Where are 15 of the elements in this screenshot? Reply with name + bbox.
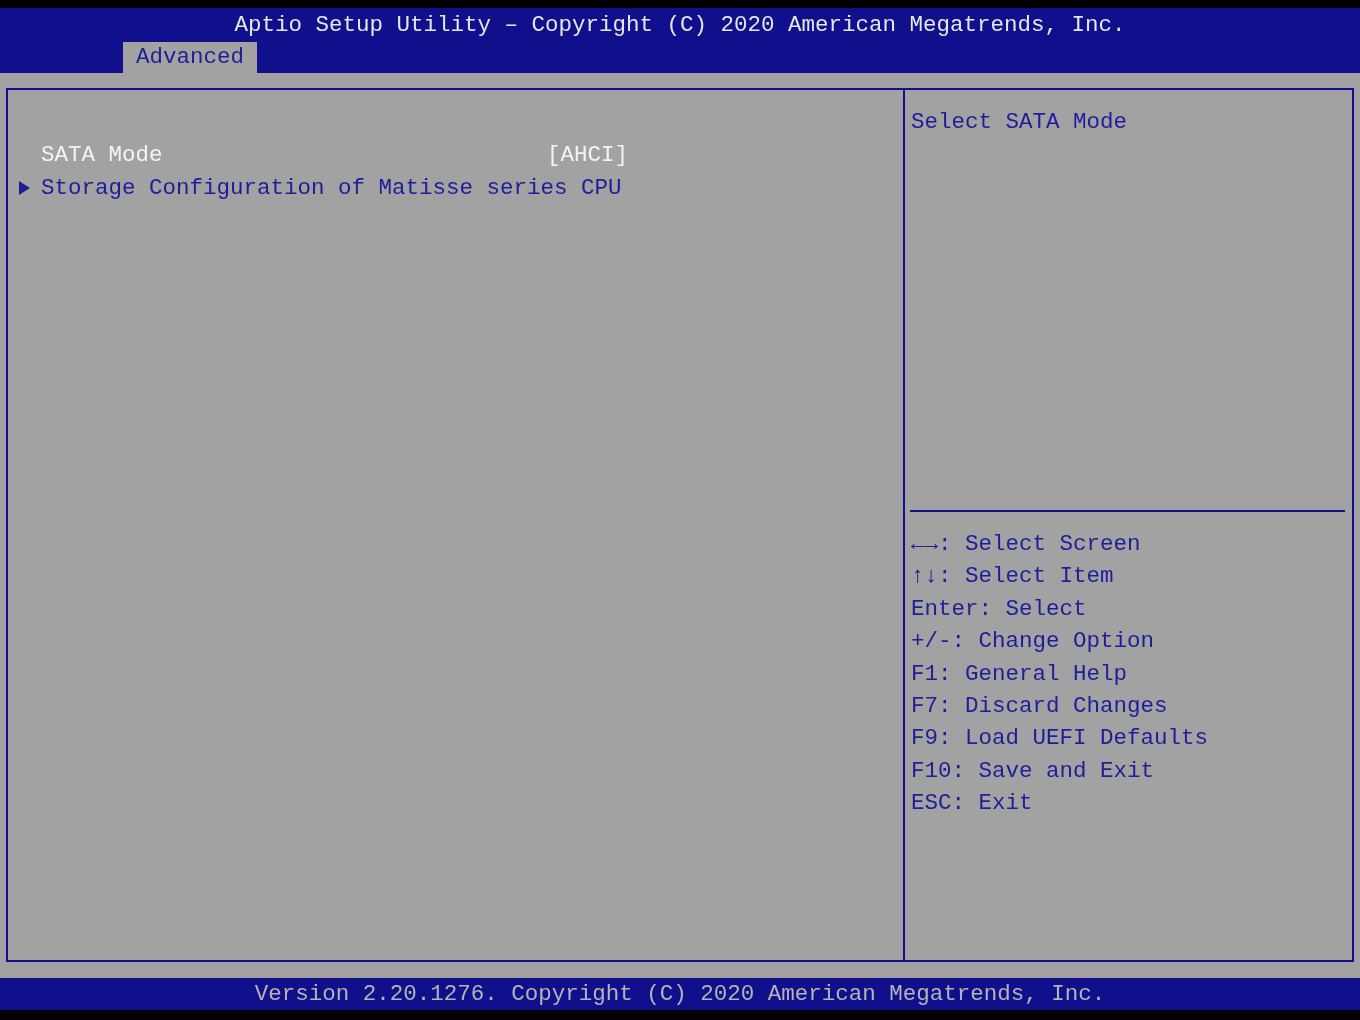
key-hint: F7: Discard Changes [911,692,1169,722]
window-title: Aptio Setup Utility – Copyright (C) 2020 American Megatrends, Inc. [234,11,1126,40]
tab[interactable]: Advanced [123,42,258,73]
key-hint: F10: Save and Exit [911,756,1156,786]
menu-item[interactable]: Storage Configuration of Matisse series CPU [41,174,622,201]
key-hint: ↑↓: Select Item [911,562,1115,592]
key-hint: ESC: Exit [911,789,1034,819]
version-text: Version 2.20.1276. Copyright (C) 2020 American Megatrends, Inc. [254,981,1106,1007]
triangle-icon [19,180,30,195]
key-hint: F9: Load UEFI Defaults [911,724,1210,754]
key-hint: F1: General Help [911,659,1129,689]
key-hint: Enter: Select [911,594,1088,624]
key-hint: ←→: Select Screen [911,530,1142,559]
key-hint: +/-: Change Option [911,627,1156,657]
help-text: Select SATA Mode [910,108,1129,137]
